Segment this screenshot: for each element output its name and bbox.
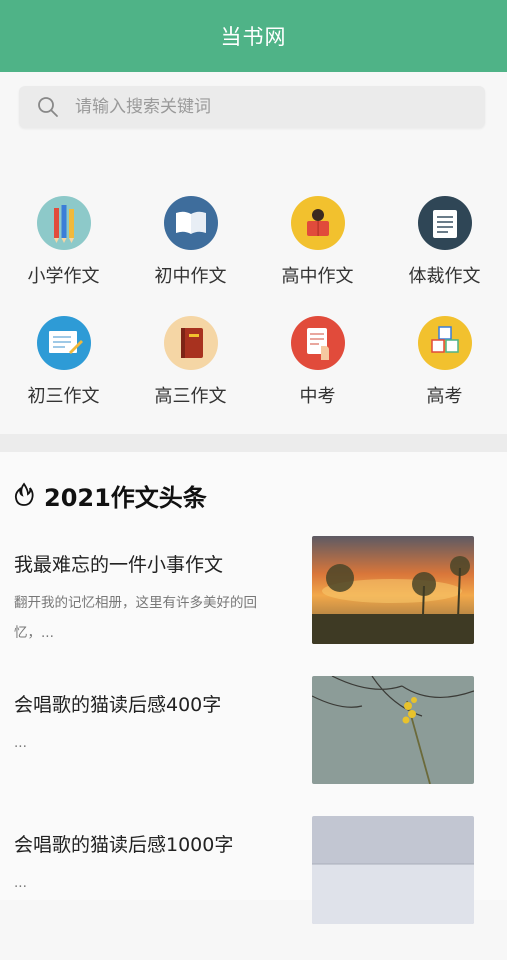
category-gaokao[interactable]: 高考 <box>381 316 507 426</box>
feed-title: 2021作文头条 <box>44 484 207 512</box>
exam-paper-icon <box>290 316 345 370</box>
article-desc: 翻开我的记忆相册，这里有许多美好的回忆，... <box>14 595 257 641</box>
notepad-icon <box>417 196 472 250</box>
category-grade-nine[interactable]: 初三作文 <box>0 316 127 426</box>
feed-header: 2021作文头条 <box>14 478 207 513</box>
article-item[interactable]: 会唱歌的猫读后感1000字 ... <box>0 816 507 960</box>
search-input[interactable] <box>73 96 437 118</box>
category-label: 初三作文 <box>27 386 100 407</box>
category-label: 中考 <box>299 386 336 407</box>
section-divider <box>0 434 507 452</box>
category-label: 小学作文 <box>27 266 100 287</box>
article-desc: ... <box>14 735 27 751</box>
news-feed: 2021作文头条 我最难忘的一件小事作文 翻开我的记忆相册，这里有许多美好的回忆… <box>0 452 507 924</box>
article-item[interactable]: 会唱歌的猫读后感400字 ... <box>0 676 507 820</box>
category-genre[interactable]: 体裁作文 <box>381 196 507 306</box>
abc-blocks-icon <box>417 316 472 370</box>
category-label: 高中作文 <box>281 266 354 287</box>
category-label: 高考 <box>426 386 463 407</box>
article-title: 我最难忘的一件小事作文 <box>14 554 224 576</box>
article-item[interactable]: 我最难忘的一件小事作文 翻开我的记忆相册，这里有许多美好的回忆，... <box>0 536 507 680</box>
article-desc: ... <box>14 875 27 891</box>
article-thumbnail <box>312 816 474 924</box>
open-book-icon <box>163 196 218 250</box>
category-label: 高三作文 <box>154 386 227 407</box>
search-icon <box>37 96 59 118</box>
student-reading-icon <box>290 196 345 250</box>
category-label: 初中作文 <box>154 266 227 287</box>
category-label: 体裁作文 <box>408 266 481 287</box>
search-bar-container <box>0 72 507 142</box>
article-title: 会唱歌的猫读后感400字 <box>14 694 222 716</box>
category-senior-high[interactable]: 高中作文 <box>254 196 381 306</box>
category-junior-high[interactable]: 初中作文 <box>127 196 254 306</box>
pencils-icon <box>36 196 91 250</box>
category-grade-twelve[interactable]: 高三作文 <box>127 316 254 426</box>
category-zhongkao[interactable]: 中考 <box>254 316 381 426</box>
app-title: 当书网 <box>220 25 287 49</box>
article-title: 会唱歌的猫读后感1000字 <box>14 834 234 856</box>
article-thumbnail <box>312 536 474 644</box>
document-edit-icon <box>36 316 91 370</box>
article-thumbnail <box>312 676 474 784</box>
closed-book-icon <box>163 316 218 370</box>
flame-icon <box>14 481 34 510</box>
category-primary-school[interactable]: 小学作文 <box>0 196 127 306</box>
search-bar[interactable] <box>19 86 485 128</box>
category-grid: 小学作文 初中作文 高中作文 体裁作文 初三作文 高三作文 中考 高考 <box>0 142 507 434</box>
app-header: 当书网 <box>0 0 507 72</box>
